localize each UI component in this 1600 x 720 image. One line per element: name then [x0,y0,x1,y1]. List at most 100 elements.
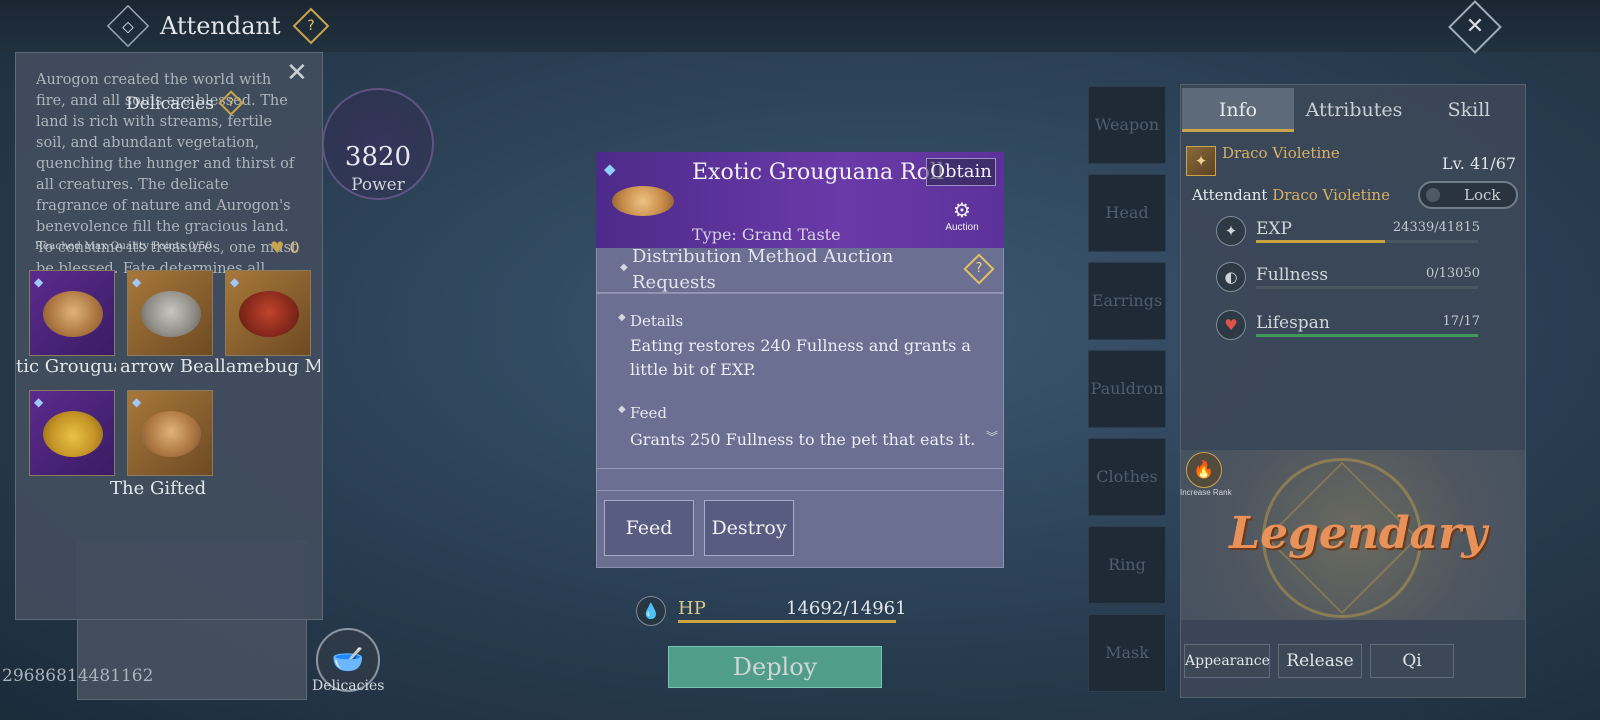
delicacy-label-2: arrow Beall [120,356,220,377]
heart-counter: ♥ 0 [270,238,300,257]
lifespan-label: Lifespan [1256,313,1330,333]
pet-level: Lv. 41/67 [1442,154,1517,173]
increase-rank-button[interactable]: 🔥 [1186,452,1222,488]
attendant-name: Draco Violetine [1272,186,1390,204]
divider [596,490,1004,491]
exp-bar [1256,240,1478,243]
auction-label: Auction [945,222,979,233]
max-quality-text: Reached Max Quality Points 0/50 [35,240,213,252]
fullness-label: Fullness [1256,265,1329,285]
help-icon: ? [975,261,983,276]
item-name: Exotic Grouguana Roll [692,160,944,185]
hp-label: HP [678,598,706,619]
exp-bar-fill [1256,240,1385,243]
close-icon: ✕ [1465,14,1485,39]
equip-slot-ring[interactable]: Ring [1088,526,1166,604]
attendant-line: Attendant Draco Violetine [1192,186,1390,204]
release-button[interactable]: Release [1278,644,1362,678]
hp-value: 14692/14961 [786,598,907,619]
bullet-icon: ◆ [620,262,628,273]
quality-gem-icon: ◆ [132,395,142,409]
lifespan-value: 17/17 [1442,314,1480,329]
delicacy-label-3: lamebug M [220,356,320,377]
lock-toggle[interactable]: Lock [1418,181,1518,209]
feed-button[interactable]: Feed [604,500,694,556]
delicacy-slot-3[interactable]: ◆ [225,270,311,356]
bullet-icon: ◆ [618,312,626,323]
help-icon: ? [228,96,234,109]
feed-body: Grants 250 Fullness to the pet that eats… [630,430,976,448]
exp-label: EXP [1256,219,1292,239]
divider [596,292,1004,293]
delicacies-button-label: Delicacies [312,678,385,694]
quality-gem-icon: ◆ [34,275,44,289]
scroll-down-icon[interactable]: ︾ [986,428,998,445]
heart-icon: ♥ [270,238,285,257]
delicacies-title: Delicacies [126,94,214,114]
quality-gem-icon: ◆ [230,275,240,289]
exp-value: 24339/41815 [1392,220,1480,235]
delicacy-label-1: tic Grougua [16,356,116,377]
distribution-text: Distribution Method Auction Requests [632,246,894,293]
heart-count-value: 0 [289,238,300,257]
back-icon: ◇ [122,17,134,35]
equip-slot-pauldron[interactable]: Pauldron [1088,350,1166,428]
delicacy-slot-4[interactable]: ◆ [29,390,115,476]
exp-icon: ✦ [1216,216,1246,246]
pet-name: Draco Violetine [1222,144,1340,162]
equip-slot-mask[interactable]: Mask [1088,614,1166,692]
equip-slot-earrings[interactable]: Earrings [1088,262,1166,340]
equip-slot-head[interactable]: Head [1088,174,1166,252]
player-id: 29686814481162 [2,666,154,686]
delicacy-slot-5[interactable]: ◆ [127,390,213,476]
qi-button[interactable]: Qi [1370,644,1454,678]
dish-image [141,411,201,457]
item-image [612,186,674,216]
details-body: Eating restores 240 Fullness and grants … [630,336,971,379]
dish-image [43,291,103,337]
power-label: Power [351,175,405,195]
details-title: Details [630,312,684,330]
divider [596,468,1004,469]
dish-image [239,291,299,337]
lock-label: Lock [1464,186,1501,204]
quality-gem-icon: ◆ [34,395,44,409]
feed-title: Feed [630,404,667,422]
fullness-icon: ◐ [1216,262,1246,292]
quality-gem-icon: ◆ [132,275,142,289]
attendant-label: Attendant [1192,186,1268,204]
help-icon: ? [307,18,315,34]
fullness-value: 0/13050 [1425,266,1480,281]
tab-attributes[interactable]: Attributes [1296,88,1412,132]
lifespan-bar-fill [1256,334,1478,337]
rank-label: Legendary [1229,508,1487,559]
lifespan-heart-icon: ♥ [1216,310,1246,340]
tab-info[interactable]: Info [1182,88,1294,132]
close-panel-icon[interactable]: ✕ [286,58,308,88]
fullness-bar [1256,286,1478,289]
bullet-icon: ◆ [618,404,626,415]
quality-gem-icon: ◆ [604,160,616,178]
delicacy-slot-1[interactable]: ◆ [29,270,115,356]
power-value: 3820 [344,142,412,172]
obtain-button[interactable]: Obtain [926,158,996,186]
page-title: Attendant [160,12,281,40]
equip-slot-weapon[interactable]: Weapon [1088,86,1166,164]
increase-rank-label: Increase Rank [1180,488,1232,497]
lifespan-bar [1256,334,1478,337]
equip-slot-clothes[interactable]: Clothes [1088,438,1166,516]
delicacy-label-5: The Gifted [110,478,207,499]
destroy-button[interactable]: Destroy [704,500,794,556]
delicacy-slot-2[interactable]: ◆ [127,270,213,356]
auction-icon[interactable]: ⚙ [944,198,980,222]
toggle-knob [1426,188,1440,202]
deploy-button[interactable]: Deploy [668,646,882,688]
hp-bar [678,620,896,623]
item-type: Type: Grand Taste [692,225,841,244]
tab-skill[interactable]: Skill [1414,88,1524,132]
hp-drop-icon: 💧 [636,596,666,626]
dish-image [43,411,103,457]
dish-image [141,291,201,337]
appearance-button[interactable]: Appearance [1184,644,1270,678]
pet-portrait-icon: ✦ [1186,146,1216,176]
